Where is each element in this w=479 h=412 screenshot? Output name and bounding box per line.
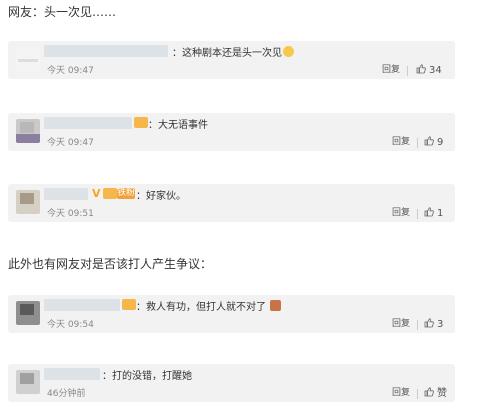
like-button[interactable]: 3 (424, 318, 443, 330)
like-button[interactable]: 赞 (424, 384, 447, 399)
comment-card: ：救人有功，但打人就不对了 今天 09:54 回复 3 (8, 295, 455, 333)
thumbs-up-icon (416, 64, 426, 74)
comment-card: ：大无语事件 今天 09:47 回复 9 (8, 113, 455, 151)
avatar[interactable] (16, 190, 40, 214)
thumbs-up-icon (424, 387, 434, 397)
username-blurred[interactable] (44, 188, 88, 200)
avatar[interactable] (16, 119, 40, 143)
reply-button[interactable]: 回复 (392, 385, 410, 398)
thumbs-up-icon (424, 318, 434, 328)
divider (417, 138, 418, 148)
like-count: 赞 (437, 388, 447, 399)
thumbs-up-icon (424, 207, 434, 217)
comment-time: 今天 09:47 (47, 66, 94, 76)
comment-text: ：打的没错，打醒她 (102, 371, 192, 382)
like-count: 1 (437, 208, 444, 219)
avatar[interactable] (16, 370, 40, 394)
avatar[interactable] (16, 301, 40, 325)
reply-button[interactable]: 回复 (392, 134, 410, 147)
vip-icon (103, 188, 117, 199)
comment-text: ：大无语事件 (148, 120, 208, 131)
comment-time: 今天 09:51 (47, 209, 94, 219)
thumbs-up-icon (424, 136, 434, 146)
reply-button[interactable]: 回复 (392, 316, 410, 329)
like-count: 34 (429, 65, 442, 76)
like-count: 9 (437, 137, 444, 148)
like-count: 3 (437, 319, 444, 330)
fan-badge: 铁粉 (117, 188, 136, 199)
divider (417, 320, 418, 330)
like-button[interactable]: 9 (424, 136, 443, 148)
like-button[interactable]: 34 (416, 64, 442, 76)
username-blurred[interactable] (44, 368, 100, 380)
laugh-emoji-icon (283, 46, 294, 57)
divider (407, 66, 408, 76)
reply-button[interactable]: 回复 (382, 62, 400, 75)
divider (417, 389, 418, 399)
verified-v-icon: V (92, 187, 101, 200)
reply-button[interactable]: 回复 (392, 205, 410, 218)
comment-text: ：这种剧本还是头一次见 (172, 44, 294, 59)
divider (417, 209, 418, 219)
section-heading-controversy: 此外也有网友对是否该打人产生争议： (8, 257, 213, 271)
comment-time: 今天 09:54 (47, 320, 94, 330)
username-blurred[interactable] (44, 299, 120, 311)
comment-time: 46分钟前 (47, 389, 86, 399)
comment-text: ：救人有功，但打人就不对了 (136, 298, 281, 313)
like-button[interactable]: 1 (424, 207, 443, 219)
comment-text: ：好家伙。 (136, 191, 186, 202)
section-heading-first-reaction: 网友：头一次见…… (8, 5, 117, 19)
vip-icon (122, 299, 136, 310)
comment-card: V 铁粉 ：好家伙。 今天 09:51 回复 1 (8, 184, 455, 222)
vip-icon (134, 117, 148, 128)
comment-card: ：这种剧本还是头一次见 今天 09:47 回复 34 (8, 41, 455, 79)
username-blurred[interactable] (44, 117, 132, 129)
username-blurred[interactable] (44, 45, 168, 57)
people-emoji-icon (270, 300, 281, 311)
avatar[interactable] (16, 47, 40, 71)
comment-time: 今天 09:47 (47, 138, 94, 148)
comment-card: ：打的没错，打醒她 46分钟前 回复 赞 (8, 364, 455, 402)
